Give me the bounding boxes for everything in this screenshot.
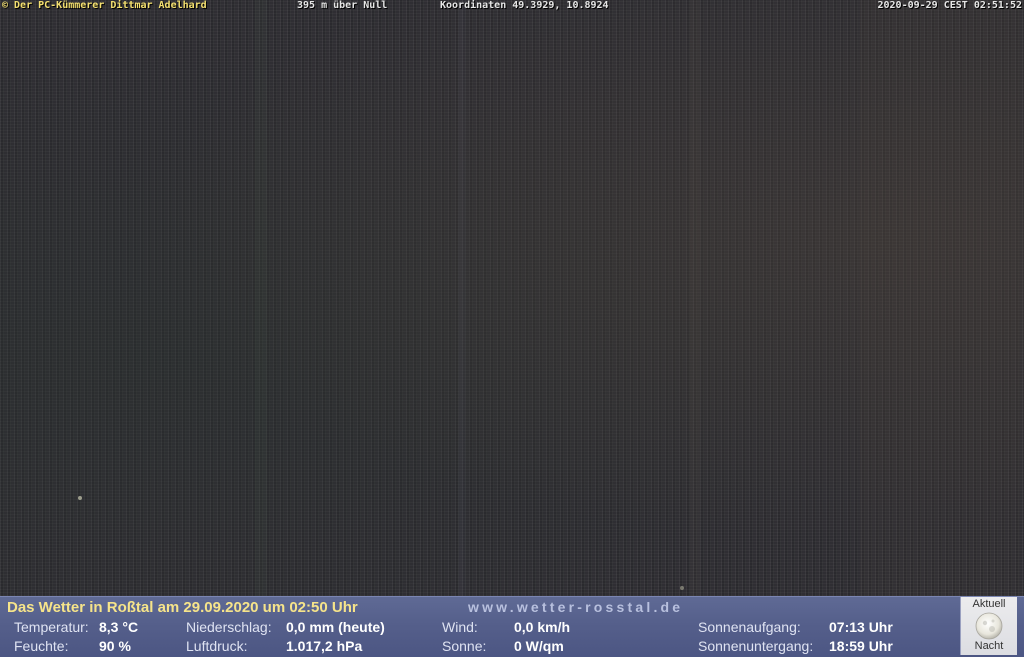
sunrise-value: 07:13 Uhr bbox=[829, 619, 893, 635]
webcam-image bbox=[0, 0, 1024, 596]
pressure-label: Luftdruck: bbox=[186, 638, 248, 654]
camera-overlay-bar: © Der PC-Kümmerer Dittmar Adelhard 395 m… bbox=[0, 0, 1024, 11]
sunset-label: Sonnenuntergang: bbox=[698, 638, 814, 654]
wind-label: Wind: bbox=[442, 619, 478, 635]
coordinates-text: Koordinaten 49.3929, 10.8924 bbox=[440, 0, 609, 11]
precipitation-label: Niederschlag: bbox=[186, 619, 272, 635]
humidity-label: Feuchte: bbox=[14, 638, 69, 654]
timestamp-text: 2020-09-29 CEST 02:51:52 bbox=[877, 0, 1023, 11]
humidity-value: 90 % bbox=[99, 638, 131, 654]
sun-label: Sonne: bbox=[442, 638, 487, 654]
precipitation-value: 0,0 mm (heute) bbox=[286, 619, 385, 635]
temperature-label: Temperatur: bbox=[14, 619, 89, 635]
weather-title: Das Wetter in Roßtal am 29.09.2020 um 02… bbox=[7, 599, 358, 616]
pressure-value: 1.017,2 hPa bbox=[286, 638, 363, 654]
sunrise-label: Sonnenaufgang: bbox=[698, 619, 801, 635]
wind-value: 0,0 km/h bbox=[514, 619, 571, 635]
moon-icon bbox=[975, 612, 1003, 640]
sun-value: 0 W/qm bbox=[514, 638, 564, 654]
copyright-text: © Der PC-Kümmerer Dittmar Adelhard bbox=[2, 0, 207, 11]
moon-phase-widget: Aktuell Nacht bbox=[960, 597, 1017, 655]
website-link[interactable]: www.wetter-rosstal.de bbox=[468, 599, 683, 615]
temperature-value: 8,3 °C bbox=[99, 619, 139, 635]
weather-panel: Das Wetter in Roßtal am 29.09.2020 um 02… bbox=[0, 596, 1024, 657]
altitude-text: 395 m über Null bbox=[297, 0, 388, 11]
sunset-value: 18:59 Uhr bbox=[829, 638, 893, 654]
webcam-night-noise bbox=[78, 0, 1020, 596]
moon-top-label: Aktuell bbox=[972, 598, 1006, 610]
moon-bottom-label: Nacht bbox=[974, 640, 1004, 652]
